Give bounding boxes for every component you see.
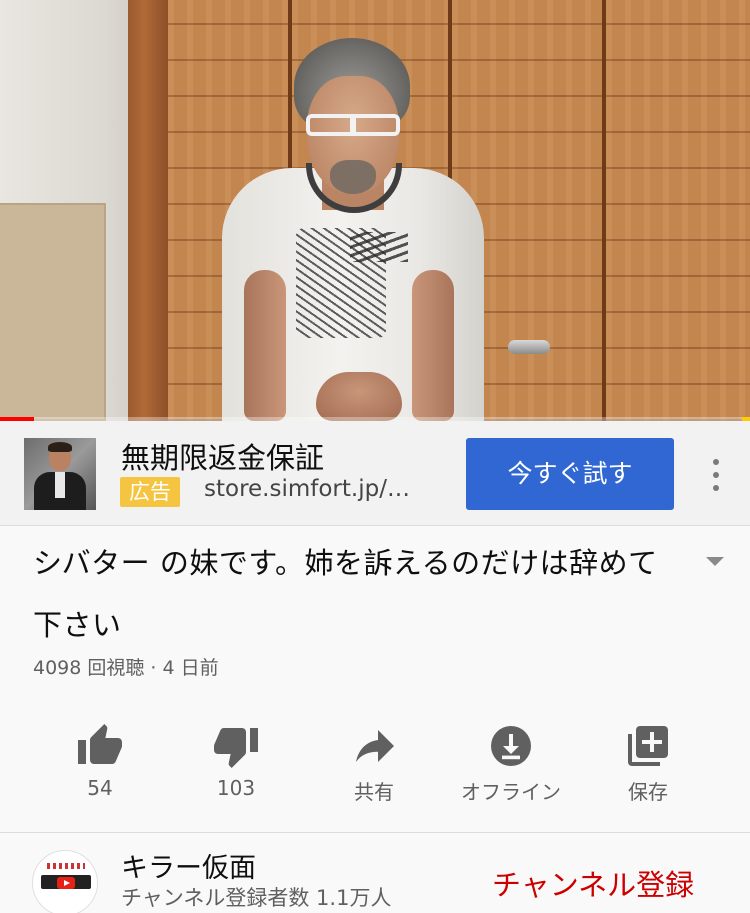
share-icon bbox=[356, 730, 394, 762]
video-title[interactable]: シバター の妹です。姉を訴えるのだけは辞めて下さい bbox=[33, 532, 683, 656]
video-wall-panel bbox=[0, 203, 106, 421]
video-meta: 4098 回視聴 · 4 日前 bbox=[33, 657, 219, 679]
chevron-down-icon[interactable] bbox=[704, 554, 726, 568]
video-player[interactable] bbox=[0, 0, 750, 421]
video-person-beard bbox=[330, 160, 376, 194]
save-button[interactable]: 保存 bbox=[580, 712, 716, 824]
subscriber-count: チャンネル登録者数 1.1万人 bbox=[121, 886, 392, 910]
download-icon bbox=[491, 726, 531, 766]
save-label: 保存 bbox=[628, 780, 668, 804]
video-door bbox=[606, 0, 750, 421]
add-to-playlist-icon bbox=[628, 726, 668, 766]
video-person-arm bbox=[412, 270, 454, 421]
like-count: 54 bbox=[87, 776, 113, 800]
ad-thumbnail[interactable] bbox=[24, 438, 96, 510]
ad-thumbnail-shirt bbox=[55, 472, 65, 498]
action-bar: 54 103 共有 オフライン 保存 bbox=[0, 712, 750, 824]
ad-badge: 広告 bbox=[120, 477, 180, 507]
ad-title[interactable]: 無期限返金保証 bbox=[121, 435, 324, 477]
ad-cta-button[interactable]: 今すぐ試す bbox=[466, 438, 674, 510]
thumbs-down-icon bbox=[214, 728, 258, 768]
video-door-frame bbox=[128, 0, 168, 421]
video-person-hands bbox=[316, 372, 402, 421]
share-button[interactable]: 共有 bbox=[306, 712, 442, 824]
subscribe-button[interactable]: チャンネル登録 bbox=[492, 862, 694, 904]
share-label: 共有 bbox=[354, 780, 394, 804]
like-button[interactable]: 54 bbox=[32, 712, 168, 824]
video-person-arm bbox=[244, 270, 286, 421]
youtube-logo-icon bbox=[57, 877, 75, 889]
ad-url[interactable]: store.simfort.jp/… bbox=[204, 476, 442, 502]
ad-banner[interactable]: 無期限返金保証 広告 store.simfort.jp/… 今すぐ試す bbox=[0, 421, 750, 526]
channel-name[interactable]: キラー仮面 bbox=[121, 846, 256, 885]
video-door-handle bbox=[508, 340, 550, 354]
dislike-count: 103 bbox=[216, 776, 256, 800]
video-shirt-print bbox=[350, 232, 408, 262]
section-divider bbox=[0, 832, 750, 833]
channel-avatar-art bbox=[47, 863, 85, 869]
dislike-button[interactable]: 103 bbox=[168, 712, 304, 824]
offline-label: オフライン bbox=[461, 780, 561, 804]
thumbs-up-icon bbox=[78, 724, 122, 764]
offline-download-button[interactable]: オフライン bbox=[443, 712, 579, 824]
ad-thumbnail-hair bbox=[48, 442, 72, 452]
video-person-glasses bbox=[306, 114, 400, 136]
channel-avatar[interactable] bbox=[32, 850, 98, 913]
more-options-icon[interactable] bbox=[706, 457, 726, 493]
